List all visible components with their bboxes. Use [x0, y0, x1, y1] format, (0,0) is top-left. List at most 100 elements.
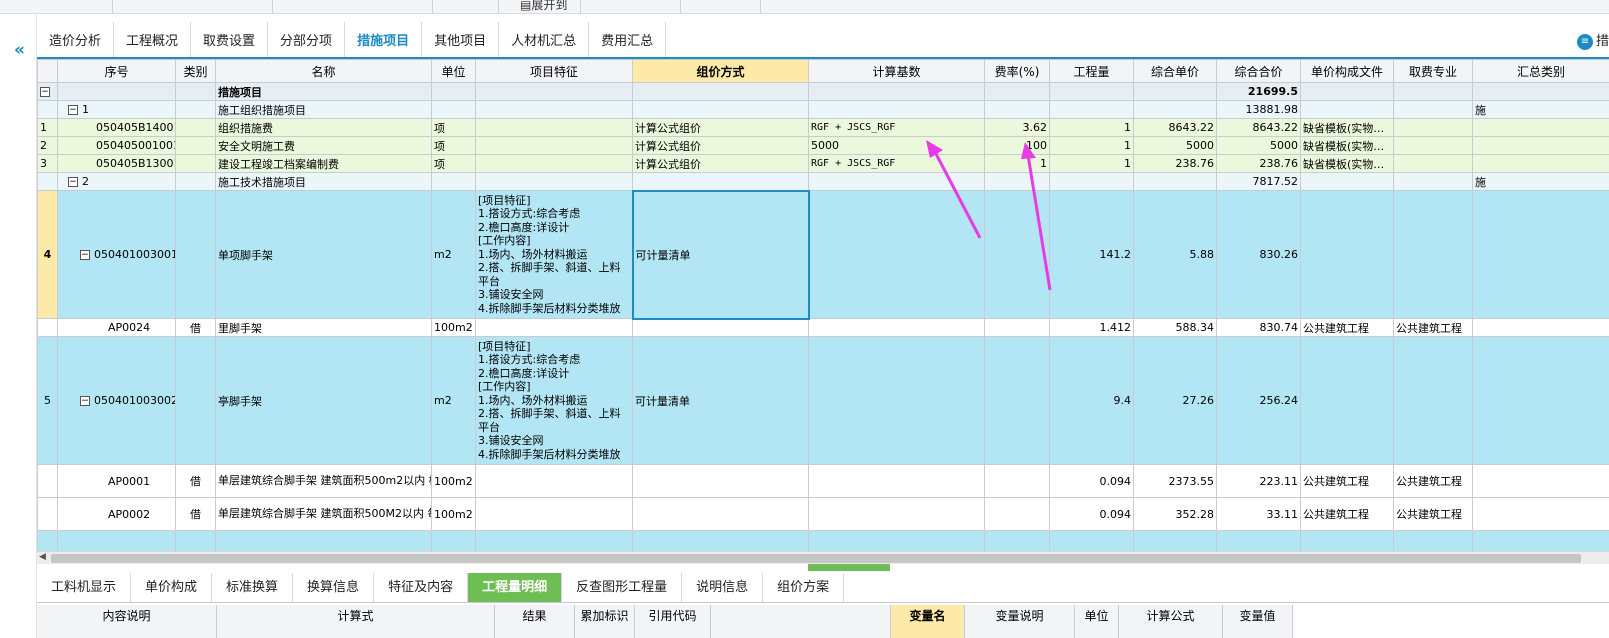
row-method[interactable]: 可计量清单	[632, 336, 809, 465]
row-qty[interactable]: 1	[1049, 136, 1134, 155]
tab-labor-material-summary[interactable]: 人材机汇总	[499, 22, 590, 57]
tab-unit-price-composition[interactable]: 单价构成	[131, 573, 213, 602]
table-row-sub-item[interactable]: AP0024 借 里脚手架 100m2 1.412 588.34 830.74 …	[37, 318, 1609, 337]
table-row-root[interactable]: − 措施项目 21699.5	[37, 82, 1609, 101]
col-header-accumulate[interactable]: 累加标识	[575, 605, 635, 638]
row-file[interactable]: 公共建筑工程	[1300, 318, 1394, 337]
row-unit[interactable]: 100m2	[431, 464, 476, 498]
tab-standard-conversion[interactable]: 标准换算	[212, 573, 294, 602]
row-method[interactable]: 计算公式组价	[632, 136, 809, 155]
col-header-content[interactable]: 内容说明	[37, 605, 217, 638]
row-qty[interactable]: 141.2	[1049, 190, 1134, 319]
col-header-seq[interactable]: 序号	[57, 59, 176, 83]
table-row-group[interactable]: −1 施工组织措施项目 13881.98 施	[37, 100, 1609, 119]
col-header-var-formula[interactable]: 计算公式	[1119, 605, 1223, 638]
row-qty[interactable]: 1	[1049, 118, 1134, 137]
row-unit[interactable]: 项	[431, 136, 476, 155]
row-qty[interactable]: 0.094	[1049, 497, 1134, 531]
row-name[interactable]: 亭脚手架	[215, 336, 432, 465]
row-rate[interactable]: 3.62	[984, 118, 1050, 137]
expand-to-button[interactable]: ▤展开到	[520, 0, 567, 13]
col-header-result[interactable]: 结果	[495, 605, 575, 638]
tab-cost-analysis[interactable]: 造价分析	[37, 22, 115, 57]
row-major[interactable]: 公共建筑工程	[1393, 318, 1473, 337]
table-row[interactable]: 3 050405B13001 建设工程竣工档案编制费 项 计算公式组价 RGF …	[37, 154, 1609, 173]
row-file[interactable]: 公共建筑工程	[1300, 497, 1394, 531]
col-header-price-file[interactable]: 单价构成文件	[1300, 59, 1394, 83]
tab-features-content[interactable]: 特征及内容	[374, 573, 469, 602]
col-header-var-unit[interactable]: 单位	[1075, 605, 1119, 638]
row-major[interactable]: 公共建筑工程	[1393, 497, 1473, 531]
collapse-toggle-icon[interactable]: −	[40, 87, 50, 97]
row-rate[interactable]: 1	[984, 154, 1050, 173]
col-header-fee-major[interactable]: 取费专业	[1393, 59, 1473, 83]
col-header-pricing-method[interactable]: 组价方式	[632, 59, 809, 83]
row-method[interactable]: 计算公式组价	[632, 118, 809, 137]
row-name[interactable]: 单项脚手架	[215, 190, 432, 319]
measure-panel-button[interactable]: ≡ 措	[1576, 30, 1609, 50]
row-unit[interactable]: 项	[431, 154, 476, 173]
row-base[interactable]: 5000	[808, 136, 985, 155]
row-file[interactable]: 缺省模板(实物…	[1300, 136, 1394, 155]
row-qty[interactable]: 0.094	[1049, 464, 1134, 498]
table-row[interactable]: 5 −050401003002 亭脚手架 m2 [项目特征] 1.搭设方式:综合…	[37, 336, 1609, 465]
table-row-selected[interactable]: 4 −050401003001 单项脚手架 m2 [项目特征] 1.搭设方式:综…	[37, 189, 1609, 320]
tab-sub-items[interactable]: 分部分项	[268, 22, 346, 57]
row-name[interactable]: 单层建筑综合脚手架 建筑面积500m2以内 檐高(6m以内)	[215, 464, 432, 498]
row-unit[interactable]: m2	[431, 190, 476, 319]
row-file[interactable]: 缺省模板(实物…	[1300, 118, 1394, 137]
tab-other-items[interactable]: 其他项目	[422, 22, 500, 57]
col-header-var-value[interactable]: 变量值	[1223, 605, 1293, 638]
col-header-total-price[interactable]: 综合合价	[1216, 59, 1301, 83]
row-name[interactable]: 安全文明施工费	[215, 136, 432, 155]
scroll-left-icon[interactable]: ◀	[39, 552, 46, 562]
tab-conversion-info[interactable]: 换算信息	[293, 573, 375, 602]
col-header-rate[interactable]: 费率(%)	[984, 59, 1050, 83]
row-qty[interactable]: 1	[1049, 154, 1134, 173]
col-header-type[interactable]: 类别	[175, 59, 216, 83]
row-rate[interactable]: 100	[984, 136, 1050, 155]
table-row-partial[interactable]	[37, 530, 1609, 551]
table-row[interactable]: 2 050405001001 安全文明施工费 项 计算公式组价 5000 100…	[37, 136, 1609, 155]
row-base[interactable]: RGF + JSCS_RGF	[808, 154, 985, 173]
col-header-summary-category[interactable]: 汇总类别	[1472, 59, 1609, 83]
row-method[interactable]: 计算公式组价	[632, 154, 809, 173]
table-row-group[interactable]: −2 施工技术措施项目 7817.52 施	[37, 172, 1609, 191]
horizontal-scrollbar[interactable]: ◀	[37, 551, 1609, 564]
row-base[interactable]: RGF + JSCS_RGF	[808, 118, 985, 137]
table-row-sub-item[interactable]: AP0002 借 单层建筑综合脚手架 建筑面积500M2以内 每增高1m 100…	[37, 497, 1609, 531]
tab-cost-summary[interactable]: 费用汇总	[589, 22, 667, 57]
row-name[interactable]: 建设工程竣工档案编制费	[215, 154, 432, 173]
row-unit[interactable]: 项	[431, 118, 476, 137]
row-file[interactable]: 缺省模板(实物…	[1300, 154, 1394, 173]
double-chevron-left-icon[interactable]: «	[14, 40, 25, 60]
table-row[interactable]: 1 050405B14001 组织措施费 项 计算公式组价 RGF + JSCS…	[37, 118, 1609, 137]
scrollbar-thumb[interactable]	[51, 554, 1581, 563]
row-qty[interactable]: 9.4	[1049, 336, 1134, 465]
col-header-features[interactable]: 项目特征	[475, 59, 633, 83]
tab-pricing-scheme[interactable]: 组价方案	[763, 573, 845, 602]
row-features[interactable]: [项目特征] 1.搭设方式:综合考虑 2.檐口高度:详设计 [工作内容] 1.场…	[475, 190, 633, 319]
tab-labor-material-display[interactable]: 工料机显示	[37, 573, 132, 602]
tab-fee-settings[interactable]: 取费设置	[191, 22, 269, 57]
row-qty[interactable]: 1.412	[1049, 318, 1134, 337]
collapse-toggle-icon[interactable]: −	[80, 250, 90, 260]
row-unit[interactable]: m2	[431, 336, 476, 465]
row-name[interactable]: 里脚手架	[215, 318, 432, 337]
row-name[interactable]: 单层建筑综合脚手架 建筑面积500M2以内 每增高1m	[215, 497, 432, 531]
col-header-unit[interactable]: 单位	[431, 59, 476, 83]
row-method[interactable]: 可计量清单	[631, 189, 810, 320]
row-unit[interactable]: 100m2	[431, 318, 476, 337]
panel-splitter-handle[interactable]	[808, 564, 890, 571]
collapse-toggle-icon[interactable]: −	[68, 177, 78, 187]
collapse-toggle-icon[interactable]: −	[80, 396, 90, 406]
col-header-unit-price[interactable]: 综合单价	[1133, 59, 1217, 83]
tab-reverse-graphic-quantity[interactable]: 反查图形工程量	[562, 573, 683, 602]
tab-quantity-details[interactable]: 工程量明细	[468, 573, 563, 602]
row-unit[interactable]: 100m2	[431, 497, 476, 531]
col-header-name[interactable]: 名称	[215, 59, 432, 83]
tab-measure-items[interactable]: 措施项目	[345, 22, 423, 57]
row-name[interactable]: 组织措施费	[215, 118, 432, 137]
row-features[interactable]: [项目特征] 1.搭设方式:综合考虑 2.檐口高度:详设计 [工作内容] 1.场…	[475, 336, 633, 465]
col-header-variable-name[interactable]: 变量名	[891, 605, 965, 638]
